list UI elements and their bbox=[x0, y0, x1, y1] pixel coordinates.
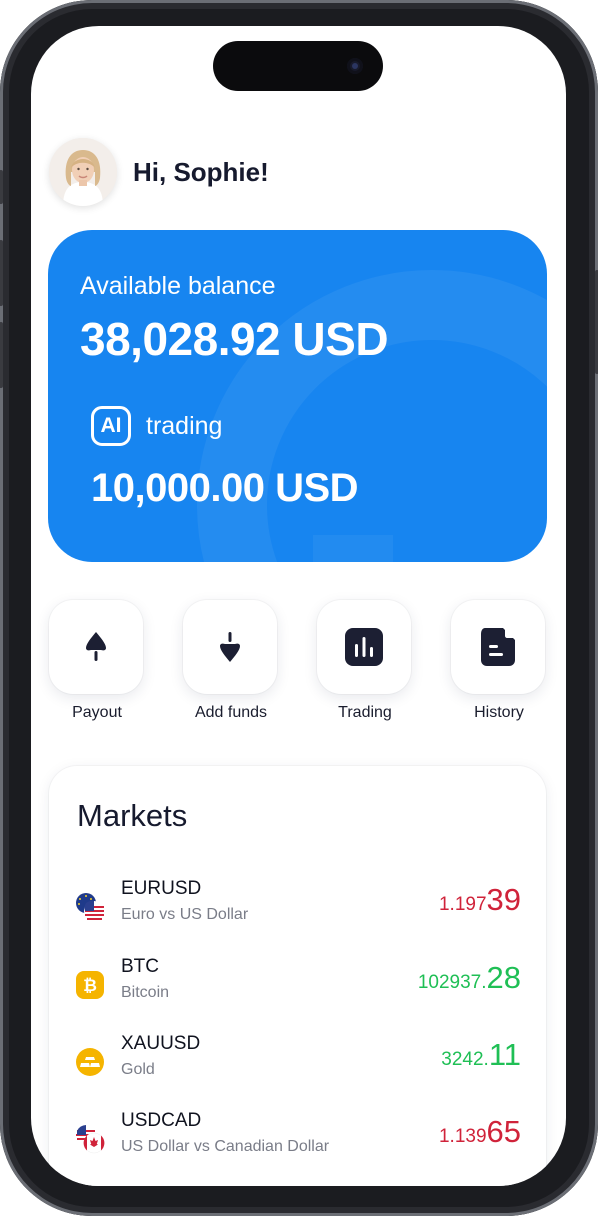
market-row-eurusd[interactable]: EURUSD Euro vs US Dollar 1.19739 bbox=[75, 878, 521, 938]
add-funds-tile[interactable] bbox=[183, 600, 277, 694]
svg-text:₿: ₿ bbox=[83, 976, 97, 995]
avatar[interactable] bbox=[49, 138, 117, 206]
balance-label: Available balance bbox=[80, 272, 276, 300]
eu-us-flags-icon bbox=[76, 893, 104, 921]
camera-icon bbox=[347, 58, 363, 74]
price-small: 1.139 bbox=[438, 1126, 487, 1147]
history-label: History bbox=[474, 704, 524, 721]
market-symbol: BTC bbox=[121, 956, 159, 977]
add-funds-button[interactable]: Add funds bbox=[183, 600, 279, 721]
price-small: 102937. bbox=[417, 972, 487, 993]
markets-card: Markets EURUSD Euro vs US Dollar 1.19739 bbox=[49, 766, 546, 1186]
ai-trading-label: trading bbox=[146, 411, 223, 440]
dynamic-island bbox=[213, 41, 383, 91]
payout-label: Payout bbox=[72, 704, 122, 721]
greeting-header: Hi, Sophie! bbox=[49, 138, 269, 206]
phone-frame: Hi, Sophie! Available balance 38,028.92 … bbox=[0, 0, 598, 1216]
ai-trading-row: AI trading bbox=[91, 406, 222, 446]
gold-icon bbox=[76, 1048, 104, 1076]
screen: Hi, Sophie! Available balance 38,028.92 … bbox=[31, 26, 566, 1186]
payout-button[interactable]: Payout bbox=[49, 600, 145, 721]
market-price: 1.13965 bbox=[439, 1114, 521, 1150]
ai-badge-icon: AI bbox=[91, 406, 131, 446]
price-big: 39 bbox=[486, 882, 521, 917]
market-row-xauusd[interactable]: XAUUSD Gold 3242.11 bbox=[75, 1033, 521, 1093]
add-funds-label: Add funds bbox=[194, 704, 268, 721]
markets-title: Markets bbox=[77, 798, 188, 833]
balance-card[interactable]: Available balance 38,028.92 USD AI tradi… bbox=[48, 230, 547, 562]
greeting-text: Hi, Sophie! bbox=[133, 156, 269, 187]
bar-chart-icon bbox=[345, 628, 383, 666]
price-small: 3242. bbox=[441, 1049, 489, 1070]
history-button[interactable]: History bbox=[451, 600, 547, 721]
arrow-down-icon bbox=[220, 632, 240, 662]
trading-tile[interactable] bbox=[317, 600, 411, 694]
trading-label: Trading bbox=[338, 704, 392, 721]
market-symbol: USDCAD bbox=[121, 1110, 202, 1131]
us-ca-flags-icon bbox=[76, 1125, 105, 1154]
market-price: 3242.11 bbox=[441, 1037, 521, 1073]
price-big: 28 bbox=[486, 960, 521, 995]
history-tile[interactable] bbox=[451, 600, 545, 694]
payout-tile[interactable] bbox=[49, 600, 143, 694]
market-symbol: EURUSD bbox=[121, 878, 202, 899]
price-small: 1.197 bbox=[438, 894, 487, 915]
volume-down-button bbox=[0, 322, 3, 388]
market-row-usdcad[interactable]: USDCAD US Dollar vs Canadian Dollar 1.13… bbox=[75, 1110, 521, 1170]
market-description: US Dollar vs Canadian Dollar bbox=[121, 1138, 330, 1155]
market-description: Bitcoin bbox=[121, 984, 170, 1001]
bitcoin-icon: ₿ bbox=[76, 971, 104, 999]
mute-switch bbox=[0, 170, 3, 204]
market-row-btc[interactable]: ₿ BTC Bitcoin 102937.28 bbox=[75, 956, 521, 1016]
document-icon bbox=[481, 628, 515, 666]
trading-button[interactable]: Trading bbox=[317, 600, 413, 721]
price-big: 11 bbox=[488, 1037, 521, 1072]
card-decoration-2 bbox=[313, 535, 393, 562]
price-big: 65 bbox=[486, 1114, 521, 1149]
ai-trading-value: 10,000.00 USD bbox=[91, 466, 359, 510]
arrow-up-icon bbox=[86, 632, 106, 661]
quick-actions: Payout Add funds Trading History bbox=[49, 600, 549, 730]
market-description: Euro vs US Dollar bbox=[121, 906, 249, 923]
market-price: 102937.28 bbox=[418, 960, 521, 996]
market-price: 1.19739 bbox=[439, 882, 521, 918]
volume-up-button bbox=[0, 240, 3, 306]
balance-value: 38,028.92 USD bbox=[80, 313, 389, 365]
market-symbol: XAUUSD bbox=[121, 1033, 201, 1054]
market-description: Gold bbox=[121, 1061, 155, 1078]
